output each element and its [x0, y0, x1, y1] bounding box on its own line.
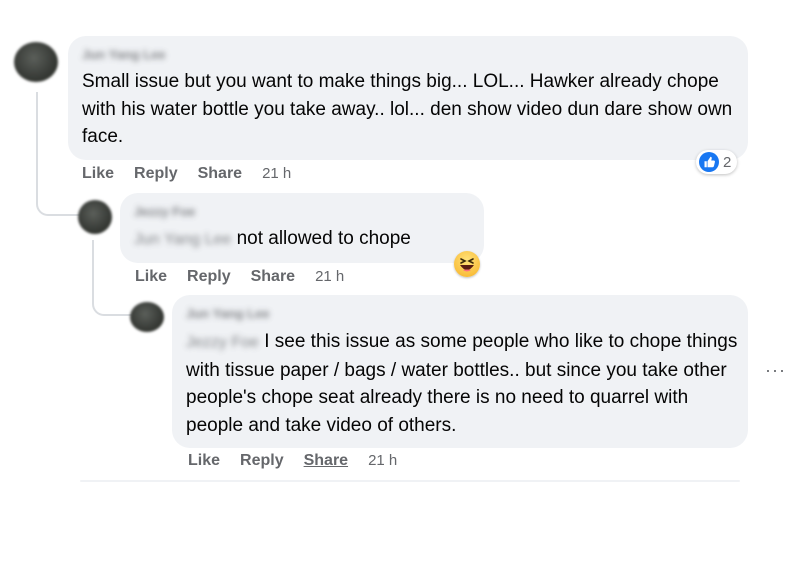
comment-bubble: Jun Yang Lee Jezzy Foe I see this issue … — [172, 295, 748, 448]
timestamp[interactable]: 21 h — [262, 165, 291, 182]
divider — [80, 480, 740, 482]
mention[interactable]: Jezzy Foe — [186, 329, 259, 357]
reply-button[interactable]: Reply — [187, 268, 231, 285]
share-button[interactable]: Share — [304, 452, 348, 469]
like-button[interactable]: Like — [135, 268, 167, 285]
timestamp[interactable]: 21 h — [368, 452, 397, 469]
reaction-badge[interactable]: 2 — [696, 150, 738, 174]
mention[interactable]: Jun Yang Lee — [134, 226, 231, 254]
comment-bubble: Jun Yang Lee Small issue but you want to… — [68, 36, 748, 160]
avatar[interactable] — [130, 302, 164, 332]
comment-actions: Like Reply Share 21 h — [82, 165, 311, 183]
comment-text: Jun Yang Lee not allowed to chope — [134, 225, 411, 254]
more-options-icon[interactable]: ··· — [765, 360, 786, 381]
like-button[interactable]: Like — [188, 452, 220, 469]
reply-button[interactable]: Reply — [134, 165, 178, 182]
share-button[interactable]: Share — [198, 165, 242, 182]
comment-author[interactable]: Jun Yang Lee — [82, 47, 166, 62]
timestamp[interactable]: 21 h — [315, 268, 344, 285]
reaction-count: 2 — [723, 153, 732, 171]
share-button[interactable]: Share — [251, 268, 295, 285]
haha-reaction-icon[interactable] — [454, 251, 480, 277]
reply-button[interactable]: Reply — [240, 452, 284, 469]
avatar[interactable] — [78, 200, 112, 234]
comment-body: not allowed to chope — [236, 228, 411, 249]
comment-bubble: Jezzy Foe Jun Yang Lee not allowed to ch… — [120, 193, 484, 263]
comment-author[interactable]: Jezzy Foe — [134, 204, 195, 219]
comment-text: Small issue but you want to make things … — [82, 71, 733, 147]
comment-author[interactable]: Jun Yang Lee — [186, 306, 270, 321]
comment-text: Jezzy Foe I see this issue as some peopl… — [186, 328, 738, 439]
avatar[interactable] — [14, 42, 58, 82]
like-reaction-icon — [699, 152, 719, 172]
comment-body: I see this issue as some people who like… — [186, 331, 738, 436]
comment-actions: Like Reply Share 21 h — [188, 452, 417, 470]
like-button[interactable]: Like — [82, 165, 114, 182]
comment-actions: Like Reply Share 21 h — [135, 268, 364, 286]
